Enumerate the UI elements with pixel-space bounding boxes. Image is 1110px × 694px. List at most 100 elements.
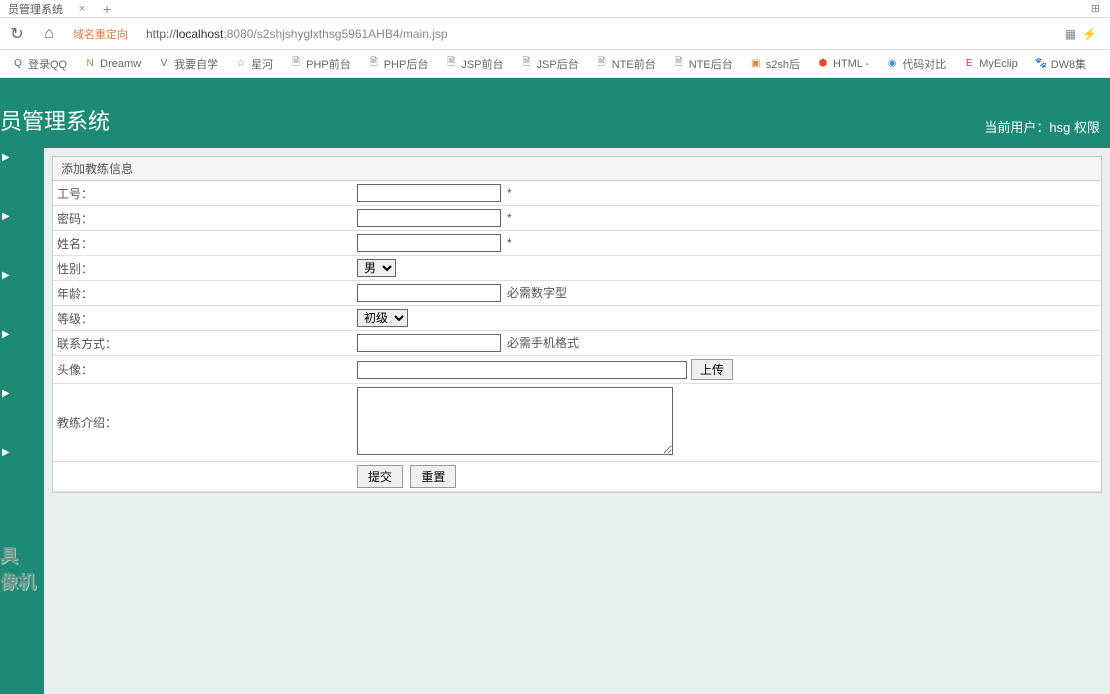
sidebar-toggle[interactable]: ▶ <box>0 266 44 285</box>
app-header: 员管理系统 当前用户：hsg 权限 <box>0 78 1110 148</box>
watermark: 具像机 <box>0 542 36 594</box>
row-contact: 联系方式： 必需手机格式 <box>53 331 1101 356</box>
input-password[interactable] <box>357 209 501 227</box>
row-actions: 提交 重置 <box>53 462 1101 492</box>
bookmark-item[interactable]: V我要自学 <box>151 54 224 74</box>
sidebar-toggle[interactable]: ▶ <box>0 325 44 344</box>
bookmark-label: NTE后台 <box>689 56 733 72</box>
label-name: 姓名： <box>53 231 353 256</box>
label-age: 年龄： <box>53 281 353 306</box>
row-name: 姓名： * <box>53 231 1101 256</box>
bookmark-label: JSP后台 <box>537 56 579 72</box>
tab-menu-icon[interactable]: ⊞ <box>1081 2 1110 15</box>
url-bar[interactable]: http://localhost:8080/s2shjshyglxthsg596… <box>140 25 1049 43</box>
sidebar-toggle[interactable]: ▶ <box>0 207 44 226</box>
bookmark-label: JSP前台 <box>461 56 503 72</box>
select-gender[interactable]: 男女 <box>357 259 396 277</box>
bookmark-icon: 🗎 <box>289 57 303 71</box>
bookmark-item[interactable]: 🐾DW8集 <box>1028 54 1092 74</box>
form-container: 添加教练信息 工号： * 密码： * 姓名： * 性别： 男女 <box>52 156 1102 493</box>
label-password: 密码： <box>53 206 353 231</box>
new-tab-button[interactable]: + <box>93 1 121 17</box>
bookmark-label: HTML - <box>833 58 869 70</box>
bookmark-item[interactable]: Q登录QQ <box>5 54 73 74</box>
hint-contact: 必需手机格式 <box>507 336 579 350</box>
submit-button[interactable]: 提交 <box>357 465 403 488</box>
label-gender: 性别： <box>53 256 353 281</box>
sidebar-toggle[interactable]: ▶ <box>0 384 44 403</box>
bookmark-icon: ▣ <box>749 57 763 71</box>
home-icon: ⌂ <box>44 25 54 43</box>
bookmark-label: Dreamw <box>100 58 141 70</box>
bookmark-label: 代码对比 <box>902 56 946 72</box>
row-level: 等级： 初级中级高级 <box>53 306 1101 331</box>
bookmark-icon: V <box>157 57 171 71</box>
reset-button[interactable]: 重置 <box>410 465 456 488</box>
browser-tabs: 员管理系统 × + ⊞ <box>0 0 1110 18</box>
flash-icon[interactable]: ⚡ <box>1082 27 1097 41</box>
form-table: 工号： * 密码： * 姓名： * 性别： 男女 年龄： 必需数字型 <box>53 181 1101 492</box>
row-age: 年龄： 必需数字型 <box>53 281 1101 306</box>
row-id: 工号： * <box>53 181 1101 206</box>
input-avatar[interactable] <box>357 361 687 379</box>
input-age[interactable] <box>357 284 501 302</box>
home-button[interactable]: ⌂ <box>37 22 61 46</box>
bookmark-icon: 🗎 <box>367 57 381 71</box>
bookmark-item[interactable]: EMyEclip <box>956 55 1024 73</box>
select-level[interactable]: 初级中级高级 <box>357 309 408 327</box>
sidebar-toggle[interactable]: ▶ <box>0 443 44 462</box>
bookmark-icon: 🗎 <box>672 57 686 71</box>
textarea-intro[interactable] <box>357 387 673 455</box>
content-area: 添加教练信息 工号： * 密码： * 姓名： * 性别： 男女 <box>44 148 1110 694</box>
input-name[interactable] <box>357 234 501 252</box>
upload-button[interactable]: 上传 <box>691 359 733 380</box>
qr-icon[interactable]: ▦ <box>1065 27 1076 41</box>
bookmark-item[interactable]: 🗎NTE前台 <box>589 54 662 74</box>
bookmark-item[interactable]: 🗎JSP前台 <box>438 54 509 74</box>
bookmarks-bar: Q登录QQNDreamwV我要自学☆星河🗎PHP前台🗎PHP后台🗎JSP前台🗎J… <box>0 50 1110 78</box>
bookmark-item[interactable]: ☆星河 <box>228 54 279 74</box>
hint-name: * <box>507 236 512 250</box>
bookmark-icon: 🗎 <box>520 57 534 71</box>
url-prefix: http:// <box>146 27 176 41</box>
hint-id: * <box>507 186 512 200</box>
row-password: 密码： * <box>53 206 1101 231</box>
reload-icon: ↻ <box>10 24 23 44</box>
bookmark-item[interactable]: NDreamw <box>77 55 147 73</box>
sidebar: ▶ ▶ ▶ ▶ ▶ ▶ <box>0 148 44 694</box>
bookmark-item[interactable]: 🗎NTE后台 <box>666 54 739 74</box>
browser-tab[interactable]: 员管理系统 × <box>0 0 93 17</box>
browser-toolbar: ↻ ⌂ 域名重定向 http://localhost:8080/s2shjshy… <box>0 18 1110 50</box>
url-host: localhost <box>176 27 223 41</box>
close-icon[interactable]: × <box>79 3 85 15</box>
redirect-label: 域名重定向 <box>69 26 132 42</box>
input-contact[interactable] <box>357 334 501 352</box>
bookmark-item[interactable]: ▣s2sh后 <box>743 54 806 74</box>
bookmark-label: 我要自学 <box>174 56 218 72</box>
app-title: 员管理系统 <box>0 104 110 136</box>
bookmark-label: s2sh后 <box>766 56 800 72</box>
label-contact: 联系方式： <box>53 331 353 356</box>
bookmark-item[interactable]: ⬢HTML - <box>810 55 875 73</box>
hint-age: 必需数字型 <box>507 286 567 300</box>
bookmark-icon: 🗎 <box>595 57 609 71</box>
bookmark-label: 登录QQ <box>28 56 67 72</box>
bookmark-label: PHP后台 <box>384 56 429 72</box>
tab-title: 员管理系统 <box>8 1 63 17</box>
bookmark-icon: 🗎 <box>444 57 458 71</box>
bookmark-item[interactable]: 🗎PHP后台 <box>361 54 435 74</box>
sidebar-toggle[interactable]: ▶ <box>0 148 44 167</box>
bookmark-item[interactable]: ◉代码对比 <box>879 54 952 74</box>
bookmark-icon: 🐾 <box>1034 57 1048 71</box>
bookmark-label: PHP前台 <box>306 56 351 72</box>
reload-button[interactable]: ↻ <box>5 22 29 46</box>
label-avatar: 头像： <box>53 356 353 384</box>
input-id[interactable] <box>357 184 501 202</box>
app-body: ▶ ▶ ▶ ▶ ▶ ▶ 添加教练信息 工号： * 密码： * 姓名： * <box>0 148 1110 694</box>
bookmark-icon: N <box>83 57 97 71</box>
bookmark-label: MyEclip <box>979 58 1018 70</box>
bookmark-item[interactable]: 🗎JSP后台 <box>514 54 585 74</box>
bookmark-item[interactable]: 🗎PHP前台 <box>283 54 357 74</box>
form-title: 添加教练信息 <box>53 157 1101 181</box>
bookmark-icon: ◉ <box>885 57 899 71</box>
